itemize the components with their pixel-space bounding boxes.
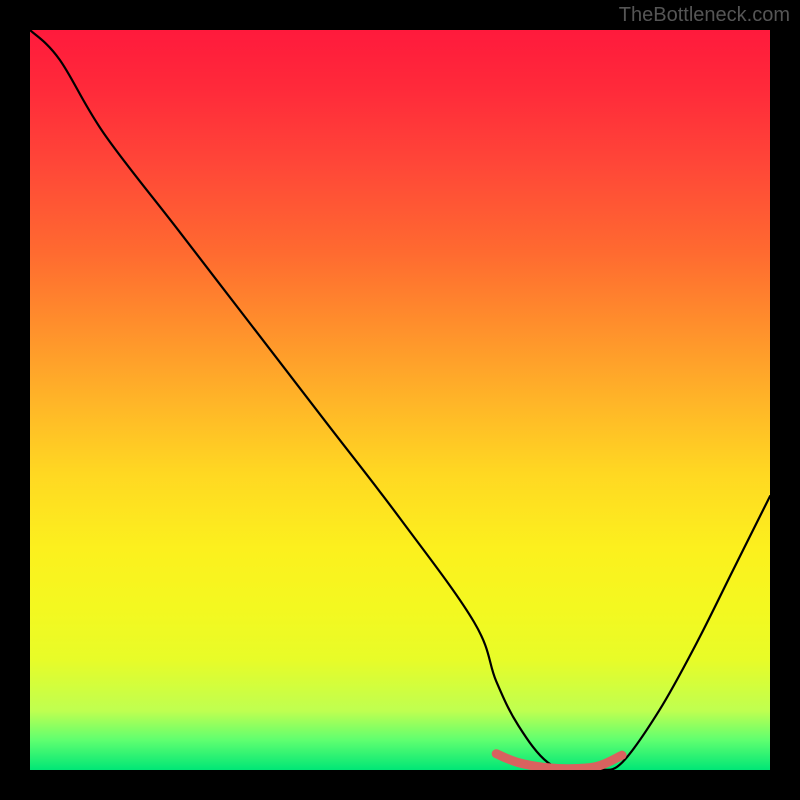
bottleneck-curve [30,30,770,770]
chart-svg [30,30,770,770]
watermark-text: TheBottleneck.com [619,4,790,27]
highlighted-minimum [496,754,622,769]
